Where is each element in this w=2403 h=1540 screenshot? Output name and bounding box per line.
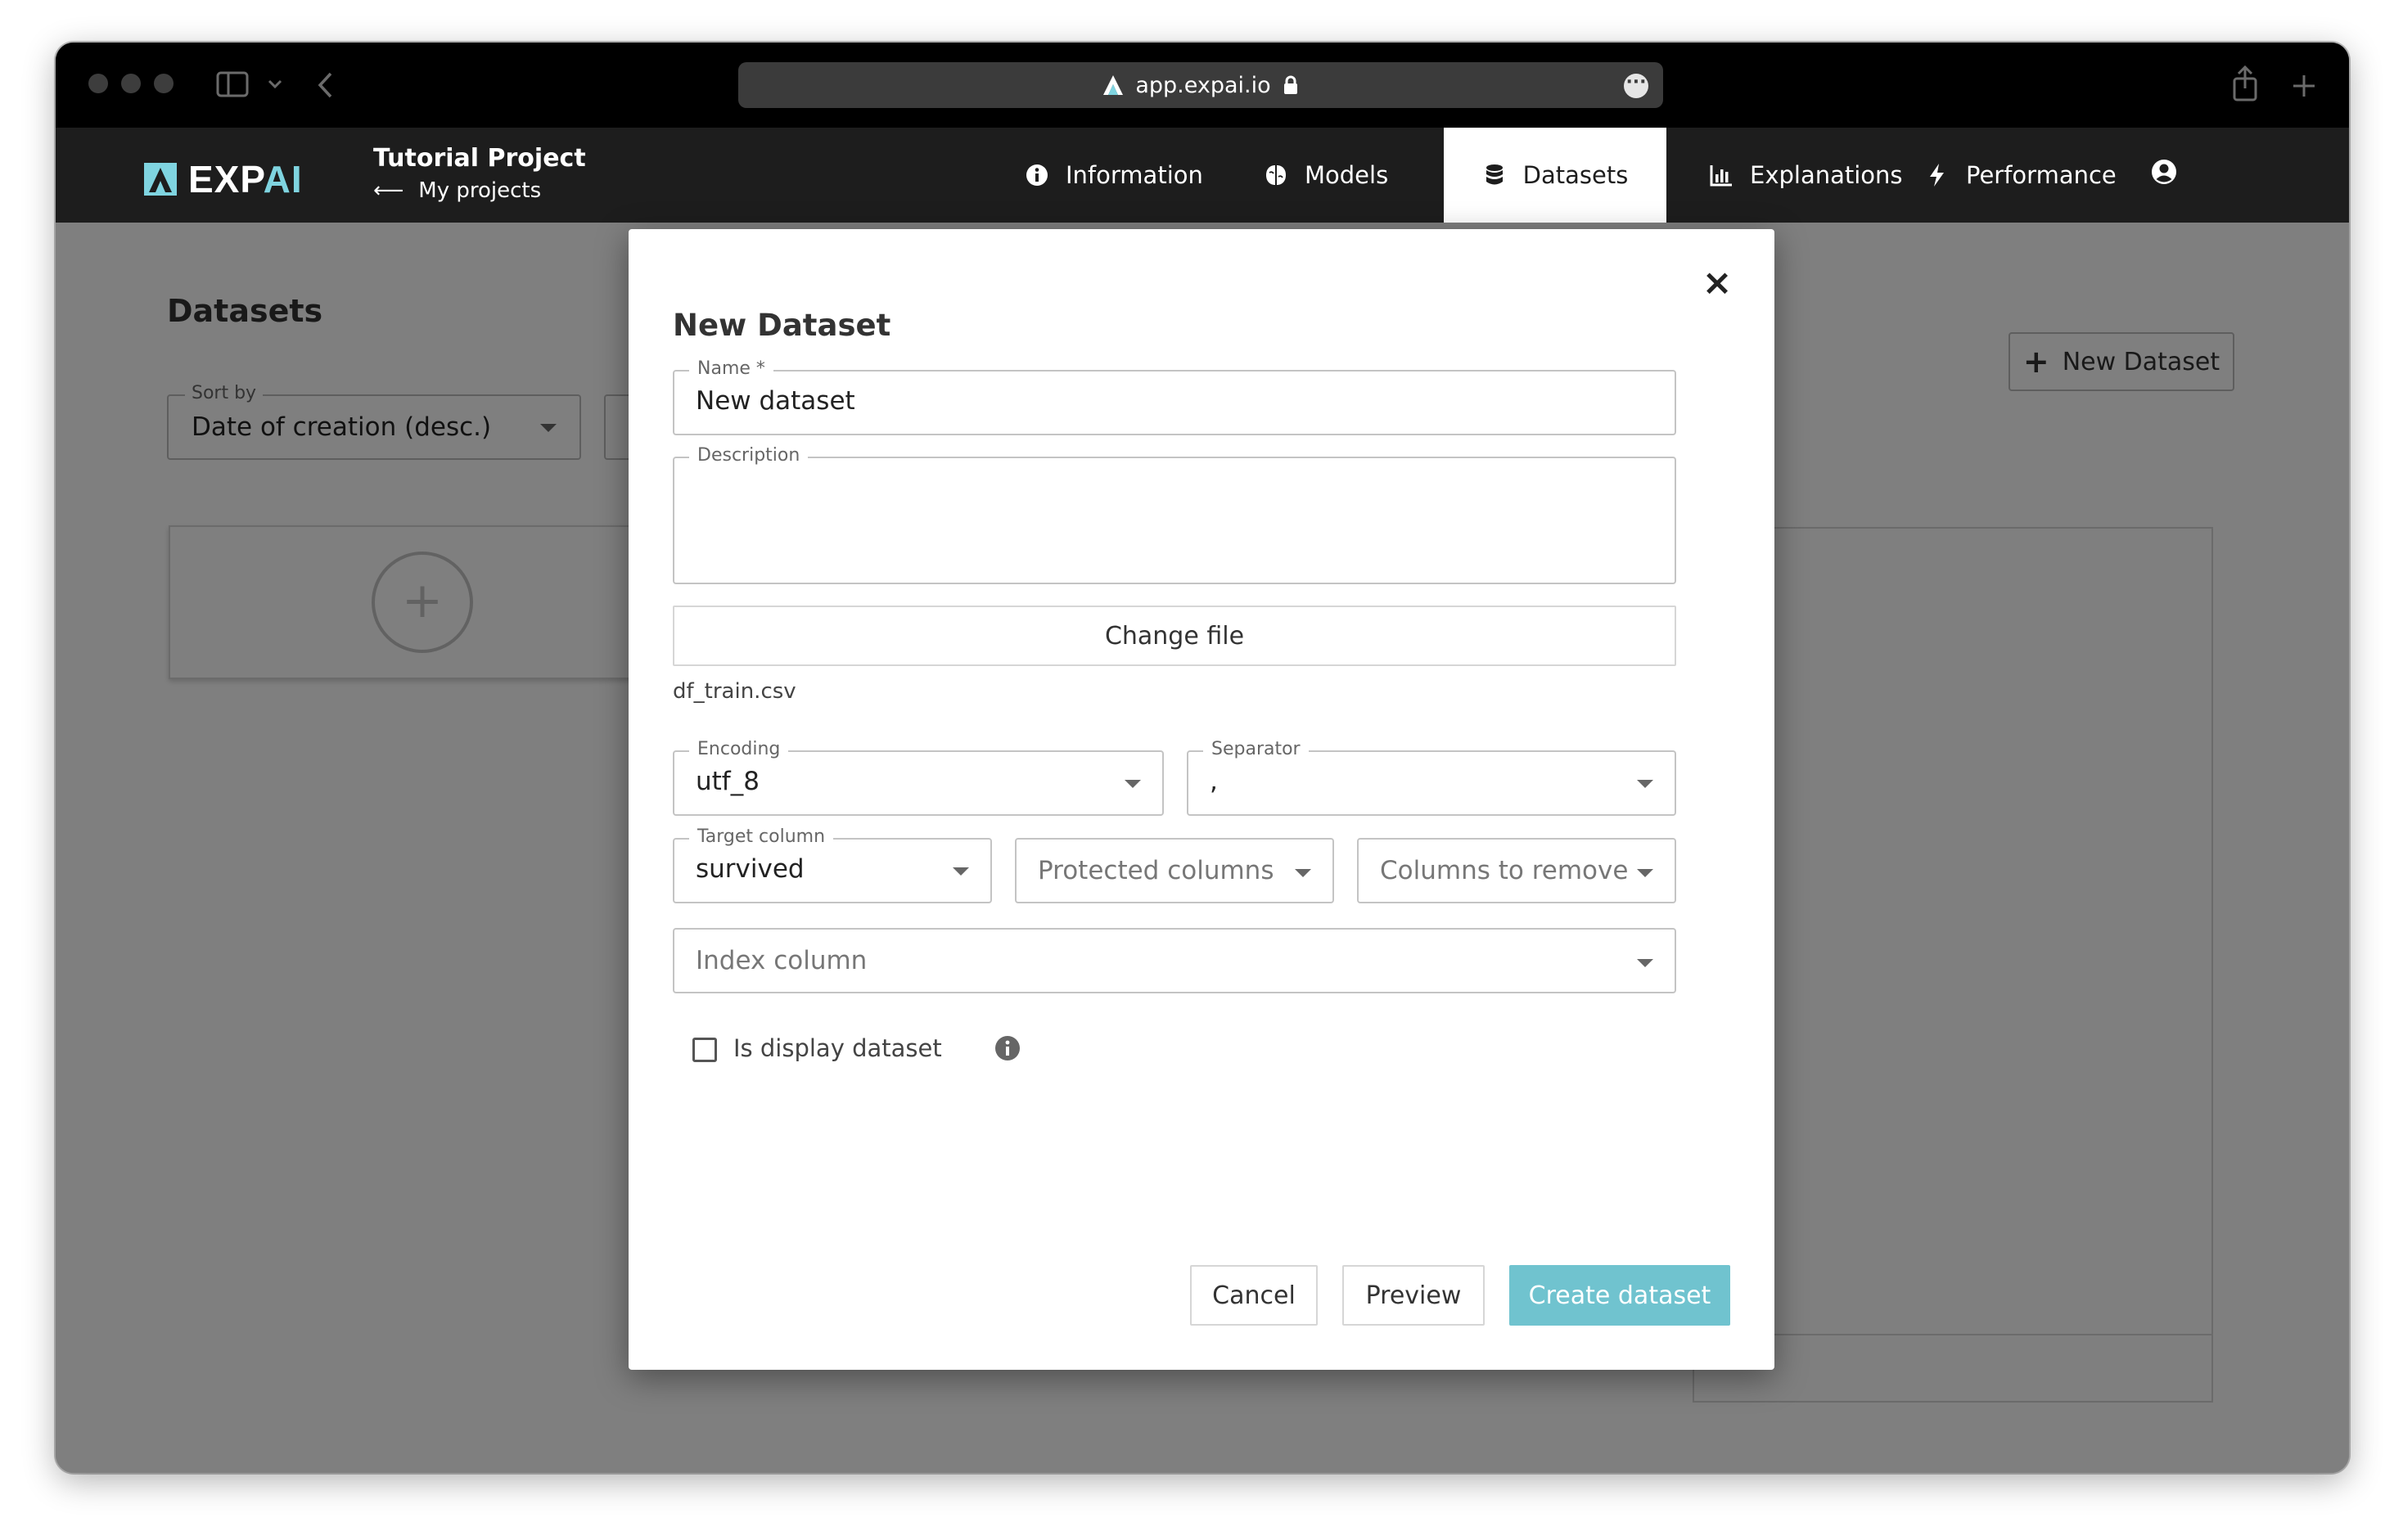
share-icon[interactable] bbox=[2231, 65, 2259, 101]
name-field[interactable]: Name * New dataset bbox=[673, 358, 1676, 435]
selected-file-name: df_train.csv bbox=[673, 679, 796, 704]
description-label: Description bbox=[689, 445, 809, 466]
index-column-placeholder: Index column bbox=[696, 946, 868, 975]
close-icon[interactable]: × bbox=[1701, 265, 1733, 301]
change-file-button[interactable]: Change file bbox=[673, 606, 1676, 666]
create-dataset-button[interactable]: Create dataset bbox=[1509, 1265, 1730, 1326]
nav-item-explanations[interactable]: Explanations bbox=[1686, 128, 1926, 223]
more-options-icon[interactable]: ··· bbox=[1624, 74, 1648, 98]
new-tab-plus-icon[interactable] bbox=[2292, 74, 2316, 98]
dialog-title: New Dataset bbox=[673, 308, 891, 343]
index-column-select[interactable]: Index column bbox=[673, 928, 1676, 993]
columns-to-remove-placeholder: Columns to remove bbox=[1380, 856, 1629, 885]
browser-window: app.expai.io ··· EXPAI Tutorial Project bbox=[56, 43, 2349, 1473]
caret-down-icon bbox=[1637, 869, 1653, 877]
separator-select[interactable]: Separator , bbox=[1187, 739, 1676, 816]
info-circle-icon bbox=[1026, 164, 1048, 186]
nav-item-models[interactable]: Models bbox=[1241, 128, 1411, 223]
cancel-button[interactable]: Cancel bbox=[1190, 1265, 1318, 1326]
nav-label-information: Information bbox=[1066, 161, 1203, 189]
encoding-label: Encoding bbox=[689, 739, 789, 759]
site-favicon-icon bbox=[1103, 75, 1124, 95]
name-value: New dataset bbox=[696, 386, 855, 416]
lightning-icon bbox=[1930, 164, 1944, 187]
nav-label-datasets: Datasets bbox=[1522, 161, 1629, 189]
window-close-dot[interactable] bbox=[88, 74, 108, 93]
separator-value: , bbox=[1210, 767, 1218, 796]
nav-label-explanations: Explanations bbox=[1750, 161, 1903, 189]
app-header: EXPAI Tutorial Project ⟵ My projects Inf… bbox=[56, 128, 2349, 223]
expai-logo[interactable]: EXPAI bbox=[144, 157, 303, 201]
name-label: Name * bbox=[689, 358, 773, 379]
window-minimize-dot[interactable] bbox=[121, 74, 141, 93]
expai-logo-mark-icon bbox=[144, 163, 177, 196]
brain-icon bbox=[1266, 165, 1286, 185]
caret-down-icon bbox=[1295, 869, 1311, 877]
url-bar[interactable]: app.expai.io ··· bbox=[738, 62, 1663, 108]
bar-chart-icon bbox=[1710, 165, 1732, 187]
new-dataset-dialog: × New Dataset Name * New dataset Descrip… bbox=[629, 229, 1774, 1370]
columns-to-remove-select[interactable]: Columns to remove bbox=[1357, 838, 1676, 903]
logo-text-ai: AI bbox=[263, 158, 303, 200]
target-column-label: Target column bbox=[689, 826, 834, 847]
nav-item-information[interactable]: Information bbox=[1002, 128, 1226, 223]
encoding-select[interactable]: Encoding utf_8 bbox=[673, 739, 1164, 816]
sidebar-toggle-icon[interactable] bbox=[216, 70, 249, 98]
caret-down-icon bbox=[953, 867, 969, 876]
window-zoom-dot[interactable] bbox=[154, 74, 174, 93]
lock-icon bbox=[1283, 75, 1297, 94]
description-field[interactable]: Description bbox=[673, 445, 1676, 584]
preview-button[interactable]: Preview bbox=[1342, 1265, 1485, 1326]
info-circle-icon[interactable] bbox=[994, 1034, 1021, 1062]
browser-title-bar: app.expai.io ··· bbox=[56, 43, 2349, 128]
protected-columns-placeholder: Protected columns bbox=[1038, 856, 1274, 885]
caret-down-icon bbox=[1125, 780, 1141, 788]
nav-label-performance: Performance bbox=[1966, 161, 2117, 189]
database-icon bbox=[1486, 164, 1503, 185]
separator-label: Separator bbox=[1203, 739, 1309, 759]
target-column-select[interactable]: Target column survived bbox=[673, 826, 992, 903]
caret-down-icon bbox=[1637, 959, 1653, 967]
nav-item-performance[interactable]: Performance bbox=[1902, 128, 2139, 223]
protected-columns-select[interactable]: Protected columns bbox=[1015, 838, 1334, 903]
encoding-value: utf_8 bbox=[696, 767, 760, 796]
logo-text-main: EXP bbox=[188, 158, 264, 200]
nav-item-datasets[interactable]: Datasets bbox=[1444, 128, 1666, 223]
display-dataset-label: Is display dataset bbox=[733, 1034, 942, 1062]
url-text: app.expai.io bbox=[1135, 72, 1271, 98]
project-title: Tutorial Project bbox=[373, 144, 586, 173]
my-projects-link[interactable]: ⟵ My projects bbox=[373, 178, 541, 203]
target-column-value: survived bbox=[696, 854, 805, 884]
caret-down-icon bbox=[1637, 780, 1653, 788]
display-dataset-checkbox[interactable] bbox=[692, 1038, 717, 1062]
arrow-left-icon: ⟵ bbox=[373, 178, 404, 203]
chevron-down-icon[interactable] bbox=[267, 79, 283, 90]
user-account-icon[interactable] bbox=[2151, 159, 2177, 185]
my-projects-label: My projects bbox=[418, 178, 542, 203]
back-arrow-icon[interactable] bbox=[316, 70, 336, 100]
nav-label-models: Models bbox=[1305, 161, 1389, 189]
